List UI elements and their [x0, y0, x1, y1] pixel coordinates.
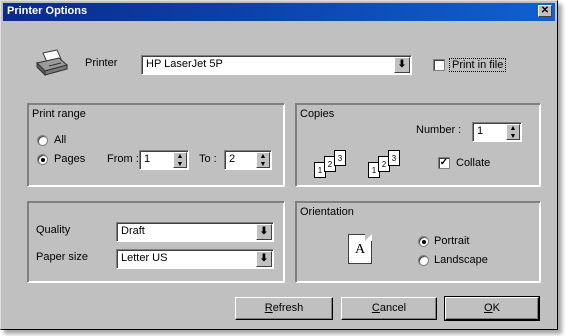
printer-select[interactable]: HP LaserJet 5P ⬇ [141, 55, 412, 75]
number-value: 1 [477, 125, 484, 137]
to-spinner[interactable]: 2 ▲ ▼ [224, 150, 272, 170]
ok-button[interactable]: OK [444, 296, 540, 321]
pages-radio[interactable] [37, 154, 48, 165]
pages-label: Pages [54, 153, 86, 165]
printer-options-dialog: Printer Options ✓ ✕ Printer HP LaserJet … [0, 0, 558, 330]
close-button[interactable]: ✓ ✕ [538, 5, 552, 17]
refresh-button[interactable]: Refresh [235, 297, 333, 320]
ok-label: K [492, 302, 500, 314]
all-radio[interactable] [37, 135, 48, 146]
quality-group: Quality Draft ⬇ Paper size Letter US ⬇ [27, 201, 285, 283]
from-label: From : [107, 153, 139, 165]
spin-arrows-icon[interactable]: ▲ ▼ [173, 152, 187, 168]
collate-checkbox[interactable]: ✓ [438, 157, 450, 169]
copies-title: Copies [300, 108, 335, 120]
to-label: To : [199, 153, 217, 165]
refresh-label: efresh [272, 302, 304, 314]
landscape-label: Landscape [434, 254, 488, 266]
print-in-file-label: Print in file [449, 58, 507, 72]
paper-size-value: Letter US [121, 252, 168, 264]
chevron-down-icon[interactable]: ⬇ [256, 251, 272, 267]
print-range-title: Print range [32, 108, 86, 120]
stack-page: 3 [334, 150, 346, 166]
orientation-group: Orientation A Portrait Landscape [295, 201, 541, 283]
chevron-down-icon[interactable]: ⬇ [394, 57, 410, 73]
to-value: 2 [229, 153, 236, 165]
quality-select[interactable]: Draft ⬇ [116, 222, 274, 242]
printer-icon [35, 49, 69, 77]
from-value: 1 [144, 153, 151, 165]
number-spinner[interactable]: 1 ▲ ▼ [472, 122, 522, 142]
portrait-label: Portrait [434, 235, 470, 247]
print-range-group: Print range All Pages From : 1 ▲ ▼ To : 2… [27, 103, 285, 187]
copies-group: Copies Number : 1 ▲ ▼ 1 2 3 1 2 3 ✓ Colla… [295, 103, 541, 187]
paper-size-select[interactable]: Letter US ⬇ [116, 249, 274, 269]
ok-mnemonic: O [484, 302, 493, 314]
collate-label: Collate [456, 157, 491, 169]
number-label: Number : [416, 124, 462, 136]
stack-page: 3 [388, 150, 400, 166]
dialog-title: Printer Options [7, 5, 88, 17]
portrait-page-icon: A [348, 234, 372, 264]
printer-label: Printer [85, 57, 118, 69]
all-label: All [54, 134, 67, 146]
quality-value: Draft [121, 225, 145, 237]
chevron-down-icon[interactable]: ⬇ [256, 224, 272, 240]
cancel-mnemonic: C [371, 302, 380, 314]
landscape-radio[interactable] [418, 255, 429, 266]
printer-value: HP LaserJet 5P [146, 58, 223, 70]
spin-arrows-icon[interactable]: ▲ ▼ [506, 124, 520, 140]
from-spinner[interactable]: 1 ▲ ▼ [139, 150, 189, 170]
close-icon-glyph: ✕ [540, 5, 550, 16]
quality-label: Quality [36, 224, 71, 236]
paper-size-label: Paper size [36, 251, 88, 263]
spin-arrows-icon[interactable]: ▲ ▼ [256, 152, 270, 168]
cancel-label: ancel [379, 302, 407, 314]
orientation-title: Orientation [300, 206, 354, 218]
title-bar: Printer Options ✓ ✕ [3, 3, 555, 21]
print-in-file-checkbox[interactable] [433, 59, 445, 71]
portrait-radio[interactable] [418, 236, 429, 247]
cancel-button[interactable]: Cancel [341, 297, 437, 320]
refresh-mnemonic: R [264, 302, 273, 314]
